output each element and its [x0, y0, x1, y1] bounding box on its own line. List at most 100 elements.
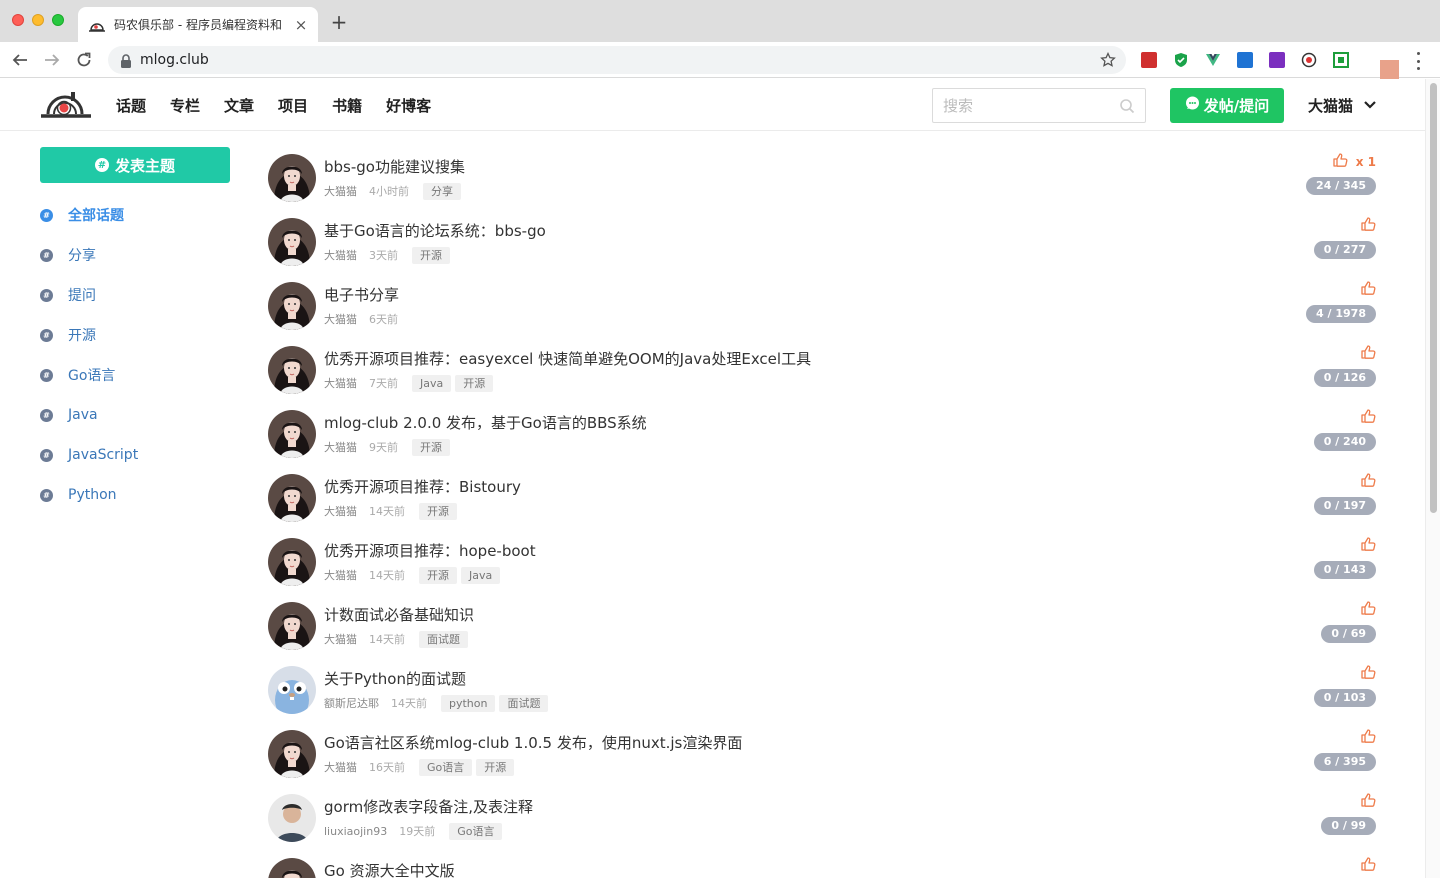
new-tab-button[interactable]: + [328, 11, 350, 33]
thumbs-up-icon[interactable] [1332, 152, 1348, 171]
search-input[interactable] [943, 96, 1113, 115]
topic-row[interactable]: bbs-go功能建议搜集 大猫猫 4小时前 分享 x 1 24 / 345 [268, 147, 1378, 211]
topic-row[interactable]: 优秀开源项目推荐：hope-boot 大猫猫 14天前 开源 Java 0 / 143 [268, 531, 1378, 595]
author-avatar[interactable] [268, 538, 316, 586]
extension-fe-icon[interactable] [1141, 52, 1157, 68]
thumbs-up-icon[interactable] [1360, 280, 1376, 299]
thumbs-up-icon[interactable] [1360, 600, 1376, 619]
topic-title[interactable]: 优秀开源项目推荐：Bistoury [324, 476, 521, 497]
like-control[interactable] [1360, 280, 1376, 299]
thumbs-up-icon[interactable] [1360, 664, 1376, 683]
search-icon[interactable] [1119, 98, 1135, 118]
new-topic-button[interactable]: # 发表主题 [40, 147, 230, 183]
thumbs-up-icon[interactable] [1360, 792, 1376, 811]
sidebar-category-item[interactable]: # 开源 [40, 315, 230, 355]
extension-green-square-icon[interactable] [1333, 52, 1349, 68]
nav-books[interactable]: 书籍 [332, 95, 362, 116]
topic-row[interactable]: 关于Python的面试题 额斯尼达耶 14天前 python 面试题 0 / 103 [268, 659, 1378, 723]
topic-row[interactable]: 电子书分享 大猫猫 6天前 4 / 1978 [268, 275, 1378, 339]
sidebar-category-item[interactable]: # 提问 [40, 275, 230, 315]
tab-close-icon[interactable]: × [294, 16, 308, 34]
like-control[interactable] [1360, 792, 1376, 811]
author-avatar[interactable] [268, 410, 316, 458]
minimize-window-button[interactable] [32, 14, 44, 26]
author-avatar[interactable] [268, 794, 316, 842]
author-avatar[interactable] [268, 602, 316, 650]
sidebar-category-item[interactable]: # 分享 [40, 235, 230, 275]
like-control[interactable] [1360, 728, 1376, 747]
topic-tag[interactable]: Go语言 [419, 758, 473, 776]
thumbs-up-icon[interactable] [1360, 344, 1376, 363]
extension-pocket-icon[interactable] [1237, 52, 1253, 68]
sidebar-category-item[interactable]: # 全部话题 [40, 195, 230, 235]
bookmark-star-icon[interactable] [1100, 51, 1116, 72]
user-menu[interactable]: 大猫猫 [1308, 79, 1377, 131]
like-control[interactable] [1360, 216, 1376, 235]
nav-topics[interactable]: 话题 [116, 95, 146, 116]
extension-shield-icon[interactable] [1173, 52, 1189, 68]
topic-tag[interactable]: 开源 [412, 438, 450, 456]
topic-title[interactable]: 基于Go语言的论坛系统：bbs-go [324, 220, 546, 241]
topic-row[interactable]: mlog-club 2.0.0 发布，基于Go语言的BBS系统 大猫猫 9天前 开源 0… [268, 403, 1378, 467]
sidebar-category-item[interactable]: # Python [40, 475, 230, 515]
extension-search-icon[interactable] [1301, 52, 1317, 68]
forward-arrow-icon[interactable] [42, 50, 62, 70]
topic-author[interactable]: 大猫猫 [324, 631, 357, 647]
reload-icon[interactable] [74, 50, 94, 70]
topic-author[interactable]: liuxiaojin93 [324, 825, 387, 838]
topic-author[interactable]: 大猫猫 [324, 567, 357, 583]
like-control[interactable]: x 1 [1332, 152, 1376, 171]
author-avatar[interactable] [268, 154, 316, 202]
topic-tag[interactable]: Java [412, 374, 452, 392]
sidebar-category-item[interactable]: # JavaScript [40, 435, 230, 475]
topic-tag[interactable]: 开源 [455, 374, 494, 392]
topic-author[interactable]: 大猫猫 [324, 183, 357, 199]
topic-row[interactable]: 基于Go语言的论坛系统：bbs-go 大猫猫 3天前 开源 0 / 277 [268, 211, 1378, 275]
thumbs-up-icon[interactable] [1360, 728, 1376, 747]
topic-title[interactable]: gorm修改表字段备注,及表注释 [324, 796, 533, 817]
like-control[interactable] [1360, 600, 1376, 619]
topic-row[interactable]: Go语言社区系统mlog-club 1.0.5 发布，使用nuxt.js渲染界面… [268, 723, 1378, 787]
topic-row[interactable]: 计数面试必备基础知识 大猫猫 14天前 面试题 0 / 69 [268, 595, 1378, 659]
thumbs-up-icon[interactable] [1360, 856, 1376, 875]
page-scrollbar[interactable] [1425, 79, 1440, 878]
topic-title[interactable]: 电子书分享 [324, 284, 399, 305]
topic-author[interactable]: 额斯尼达耶 [324, 695, 379, 711]
topic-author[interactable]: 大猫猫 [324, 375, 357, 391]
topic-title[interactable]: Go语言社区系统mlog-club 1.0.5 发布，使用nuxt.js渲染界面 [324, 732, 742, 753]
like-control[interactable] [1360, 472, 1376, 491]
sidebar-category-item[interactable]: # Java [40, 395, 230, 435]
like-control[interactable] [1360, 344, 1376, 363]
topic-title[interactable]: mlog-club 2.0.0 发布，基于Go语言的BBS系统 [324, 412, 647, 433]
profile-avatar[interactable] [1380, 60, 1399, 79]
thumbs-up-icon[interactable] [1360, 216, 1376, 235]
site-logo[interactable] [40, 89, 92, 121]
nav-projects[interactable]: 项目 [278, 95, 308, 116]
nav-blogs[interactable]: 好博客 [386, 95, 431, 116]
thumbs-up-icon[interactable] [1360, 472, 1376, 491]
topic-row[interactable]: gorm修改表字段备注,及表注释 liuxiaojin93 19天前 Go语言 0 / … [268, 787, 1378, 851]
topic-tag[interactable]: 开源 [419, 566, 457, 584]
like-control[interactable] [1360, 856, 1376, 875]
author-avatar[interactable] [268, 474, 316, 522]
author-avatar[interactable] [268, 666, 316, 714]
thumbs-up-icon[interactable] [1360, 536, 1376, 555]
like-control[interactable] [1360, 664, 1376, 683]
topic-tag[interactable]: 面试题 [499, 694, 549, 712]
topic-row[interactable]: 优秀开源项目推荐：Bistoury 大猫猫 14天前 开源 0 / 197 [268, 467, 1378, 531]
topic-title[interactable]: 关于Python的面试题 [324, 668, 466, 689]
topic-tag[interactable]: Go语言 [449, 822, 503, 840]
topic-title[interactable]: bbs-go功能建议搜集 [324, 156, 465, 177]
browser-tab[interactable]: 码农俱乐部 - 程序员编程资料和 × [78, 7, 318, 42]
topic-author[interactable]: 大猫猫 [324, 439, 357, 455]
scrollbar-thumb[interactable] [1430, 83, 1437, 513]
author-avatar[interactable] [268, 858, 316, 878]
sidebar-category-item[interactable]: # Go语言 [40, 355, 230, 395]
author-avatar[interactable] [268, 346, 316, 394]
post-question-button[interactable]: 发帖/提问 [1170, 88, 1284, 123]
nav-columns[interactable]: 专栏 [170, 95, 200, 116]
back-arrow-icon[interactable] [10, 50, 30, 70]
like-control[interactable] [1360, 408, 1376, 427]
topic-tag[interactable]: python [441, 694, 496, 712]
address-bar[interactable]: mlog.club [108, 46, 1126, 74]
